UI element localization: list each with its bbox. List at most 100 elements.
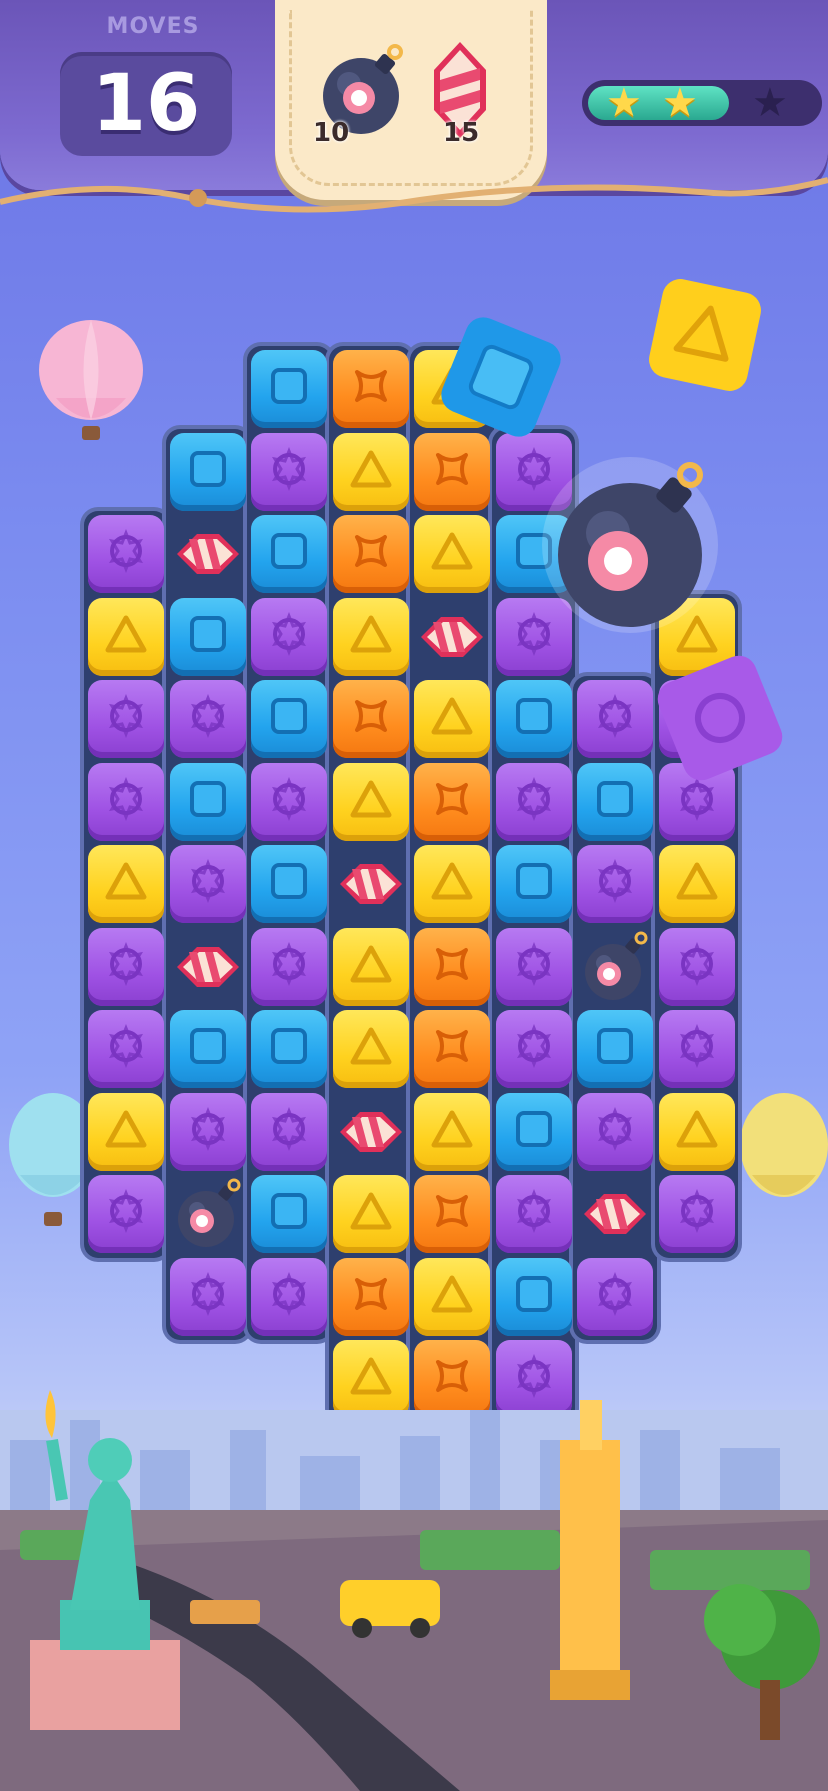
- rocket-icon: [434, 42, 486, 138]
- tile-yellow[interactable]: [414, 1092, 490, 1171]
- tile-yellow[interactable]: [332, 432, 409, 511]
- tile-purple[interactable]: [169, 845, 246, 923]
- tile-orange[interactable]: [414, 762, 490, 841]
- tile-blue[interactable]: [251, 1175, 327, 1253]
- tile-purple[interactable]: [658, 1175, 735, 1253]
- city-background: [0, 1390, 828, 1791]
- tile-purple[interactable]: [251, 597, 327, 676]
- tile-purple[interactable]: [658, 927, 735, 1006]
- tile-orange[interactable]: [332, 680, 409, 758]
- tile-blue[interactable]: [495, 1257, 572, 1336]
- tile-purple[interactable]: [495, 927, 572, 1006]
- yellow-icon: [105, 862, 147, 900]
- tile-purple[interactable]: [88, 927, 164, 1006]
- tile-yellow[interactable]: [88, 1092, 164, 1171]
- tile-purple[interactable]: [577, 1092, 653, 1171]
- tile-orange[interactable]: [414, 1175, 490, 1253]
- tile-orange[interactable]: [414, 1010, 490, 1088]
- tile-purple[interactable]: [495, 762, 572, 841]
- blue-icon: [271, 698, 307, 734]
- tile-purple[interactable]: [495, 1175, 572, 1253]
- tile-yellow[interactable]: [332, 1010, 409, 1088]
- tile-yellow[interactable]: [332, 1175, 409, 1253]
- tile-blue[interactable]: [251, 515, 327, 593]
- yellow-icon: [350, 450, 391, 487]
- tile-purple[interactable]: [658, 1010, 735, 1088]
- blue-icon: [515, 698, 552, 734]
- tile-purple[interactable]: [251, 762, 327, 841]
- tile-purple[interactable]: [88, 1010, 164, 1088]
- tile-purple[interactable]: [251, 432, 327, 511]
- tile-yellow[interactable]: [88, 597, 164, 676]
- tile-blue[interactable]: [251, 845, 327, 923]
- blue-icon: [271, 1028, 307, 1064]
- tile-orange[interactable]: [414, 927, 490, 1006]
- tile-purple[interactable]: [169, 1257, 246, 1336]
- tile-blue[interactable]: [495, 680, 572, 758]
- tile-rocket[interactable]: [170, 928, 246, 1006]
- yellow-icon: [350, 1027, 391, 1065]
- tile-yellow[interactable]: [414, 845, 490, 923]
- rocket-icon: [339, 1111, 402, 1152]
- orange-icon: [354, 700, 387, 732]
- tile-yellow[interactable]: [658, 1092, 735, 1171]
- tile-orange[interactable]: [332, 515, 409, 593]
- tile-purple[interactable]: [88, 762, 164, 841]
- tile-yellow[interactable]: [414, 680, 490, 758]
- tile-purple[interactable]: [88, 515, 164, 593]
- yellow-icon: [350, 615, 391, 652]
- tile-bomb[interactable]: [170, 1175, 246, 1253]
- purple-icon: [271, 1106, 307, 1151]
- tile-blue[interactable]: [251, 680, 327, 758]
- balloon-pink: [39, 320, 143, 440]
- tile-blue[interactable]: [169, 1010, 246, 1088]
- tile-orange[interactable]: [332, 350, 409, 428]
- tile-blue[interactable]: [495, 845, 572, 923]
- tile-yellow[interactable]: [332, 762, 409, 841]
- tile-blue[interactable]: [577, 762, 653, 841]
- blue-icon: [189, 450, 226, 487]
- tile-blue[interactable]: [495, 1092, 572, 1171]
- balloon-yellow: [740, 1093, 828, 1197]
- tile-rocket[interactable]: [414, 598, 490, 676]
- tile-purple[interactable]: [577, 1257, 653, 1336]
- tile-rocket[interactable]: [170, 515, 246, 593]
- tile-blue[interactable]: [251, 350, 327, 428]
- flying-blue-tile: [441, 317, 561, 437]
- tile-purple[interactable]: [495, 1010, 572, 1088]
- tile-rocket[interactable]: [577, 1175, 653, 1253]
- tile-purple[interactable]: [251, 1092, 327, 1171]
- purple-icon: [516, 941, 551, 986]
- tile-yellow[interactable]: [658, 845, 735, 923]
- purple-icon: [190, 858, 225, 904]
- tile-purple[interactable]: [169, 1092, 246, 1171]
- tile-purple[interactable]: [577, 680, 653, 758]
- tile-purple[interactable]: [251, 927, 327, 1006]
- tile-blue[interactable]: [577, 1010, 653, 1088]
- tile-purple[interactable]: [577, 845, 653, 923]
- purple-icon: [516, 1188, 551, 1234]
- tile-yellow[interactable]: [414, 1257, 490, 1336]
- tile-yellow[interactable]: [332, 597, 409, 676]
- flying-purple-tile: [657, 655, 783, 781]
- star-icon-3: ★: [752, 80, 788, 126]
- tile-bomb[interactable]: [577, 928, 653, 1006]
- purple-icon: [108, 941, 144, 986]
- tile-blue[interactable]: [169, 432, 246, 511]
- tile-blue[interactable]: [251, 1010, 327, 1088]
- tile-rocket[interactable]: [333, 1093, 409, 1171]
- tile-orange[interactable]: [414, 432, 490, 511]
- yellow-icon: [676, 862, 717, 900]
- tile-yellow[interactable]: [332, 927, 409, 1006]
- tile-blue[interactable]: [169, 597, 246, 676]
- tile-purple[interactable]: [88, 680, 164, 758]
- purple-icon: [597, 1271, 633, 1316]
- tile-purple[interactable]: [169, 680, 246, 758]
- tile-yellow[interactable]: [88, 845, 164, 923]
- tile-yellow[interactable]: [414, 515, 490, 593]
- tile-blue[interactable]: [169, 762, 246, 841]
- tile-purple[interactable]: [88, 1175, 164, 1253]
- tile-purple[interactable]: [251, 1257, 327, 1336]
- tile-rocket[interactable]: [333, 845, 409, 923]
- tile-orange[interactable]: [332, 1257, 409, 1336]
